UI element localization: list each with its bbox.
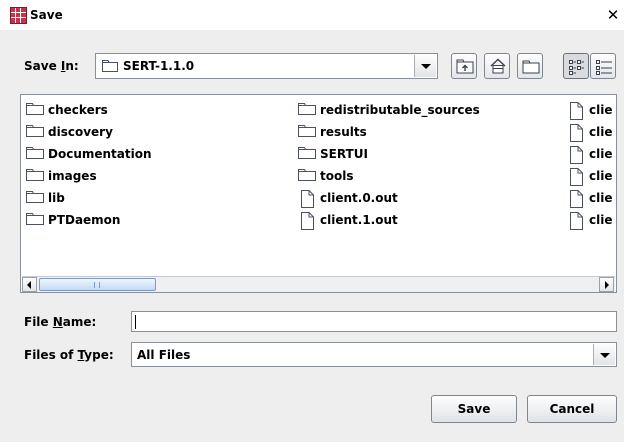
up-folder-icon bbox=[456, 59, 474, 74]
close-button[interactable]: ✕ bbox=[605, 6, 621, 24]
scroll-thumb[interactable] bbox=[39, 278, 156, 291]
text-caret bbox=[135, 315, 136, 329]
item-name: checkers bbox=[48, 103, 108, 117]
item-name: clie bbox=[589, 147, 613, 161]
files-of-type-dropdown-button[interactable] bbox=[593, 344, 615, 365]
item-name: client.1.out bbox=[320, 213, 398, 227]
item-name: clie bbox=[589, 213, 613, 227]
item-name: results bbox=[320, 125, 367, 139]
files-of-type-label: Files of Type: bbox=[24, 348, 114, 362]
grip-icon bbox=[94, 282, 100, 288]
create-new-folder-button[interactable] bbox=[517, 53, 543, 79]
chevron-down-icon bbox=[420, 64, 431, 69]
file-list[interactable]: checkers discovery Documentation images lib P… bbox=[20, 94, 617, 293]
save-in-value: SERT-1.1.0 bbox=[123, 59, 195, 73]
files-of-type-combo[interactable]: All Files bbox=[131, 342, 617, 367]
arrow-right-icon bbox=[605, 281, 609, 289]
title-bar: Save ✕ bbox=[0, 0, 624, 30]
item-name: clie bbox=[589, 103, 613, 117]
item-name: SERTUI bbox=[320, 147, 368, 161]
new-folder-icon bbox=[522, 60, 540, 74]
item-name: redistributable_sources bbox=[320, 103, 480, 117]
close-icon: ✕ bbox=[606, 6, 620, 24]
details-view-button[interactable] bbox=[590, 53, 616, 79]
arrow-left-icon bbox=[27, 281, 31, 289]
window-title: Save bbox=[30, 8, 63, 22]
details-view-icon bbox=[596, 60, 612, 75]
save-in-dropdown-button[interactable] bbox=[414, 55, 436, 77]
files-of-type-value: All Files bbox=[137, 348, 191, 362]
item-name: clie bbox=[589, 125, 613, 139]
save-in-combo[interactable]: SERT-1.1.0 bbox=[95, 53, 438, 79]
cancel-button[interactable]: Cancel bbox=[527, 395, 617, 423]
list-view-button[interactable] bbox=[563, 53, 589, 79]
item-name: tools bbox=[320, 169, 354, 183]
file-name-label: File Name: bbox=[24, 315, 97, 329]
save-in-label: Save In: bbox=[24, 59, 79, 73]
item-name: client.0.out bbox=[320, 191, 398, 205]
item-name: discovery bbox=[48, 125, 113, 139]
item-name: clie bbox=[589, 191, 613, 205]
folder-icon bbox=[102, 60, 118, 72]
item-name: lib bbox=[48, 191, 65, 205]
item-name: PTDaemon bbox=[48, 213, 121, 227]
scroll-right-button[interactable] bbox=[599, 277, 614, 292]
home-button[interactable] bbox=[484, 53, 510, 79]
home-icon bbox=[490, 58, 506, 74]
scroll-left-button[interactable] bbox=[22, 277, 37, 292]
horizontal-scrollbar[interactable] bbox=[22, 276, 615, 292]
java-app-icon bbox=[10, 7, 27, 24]
chevron-down-icon bbox=[599, 352, 610, 358]
item-name: clie bbox=[589, 169, 613, 183]
item-name: images bbox=[48, 169, 97, 183]
up-one-level-button[interactable] bbox=[451, 53, 477, 79]
save-button[interactable]: Save bbox=[431, 395, 517, 423]
item-name: Documentation bbox=[48, 147, 152, 161]
list-view-icon bbox=[569, 60, 584, 75]
file-name-input[interactable] bbox=[131, 311, 617, 332]
